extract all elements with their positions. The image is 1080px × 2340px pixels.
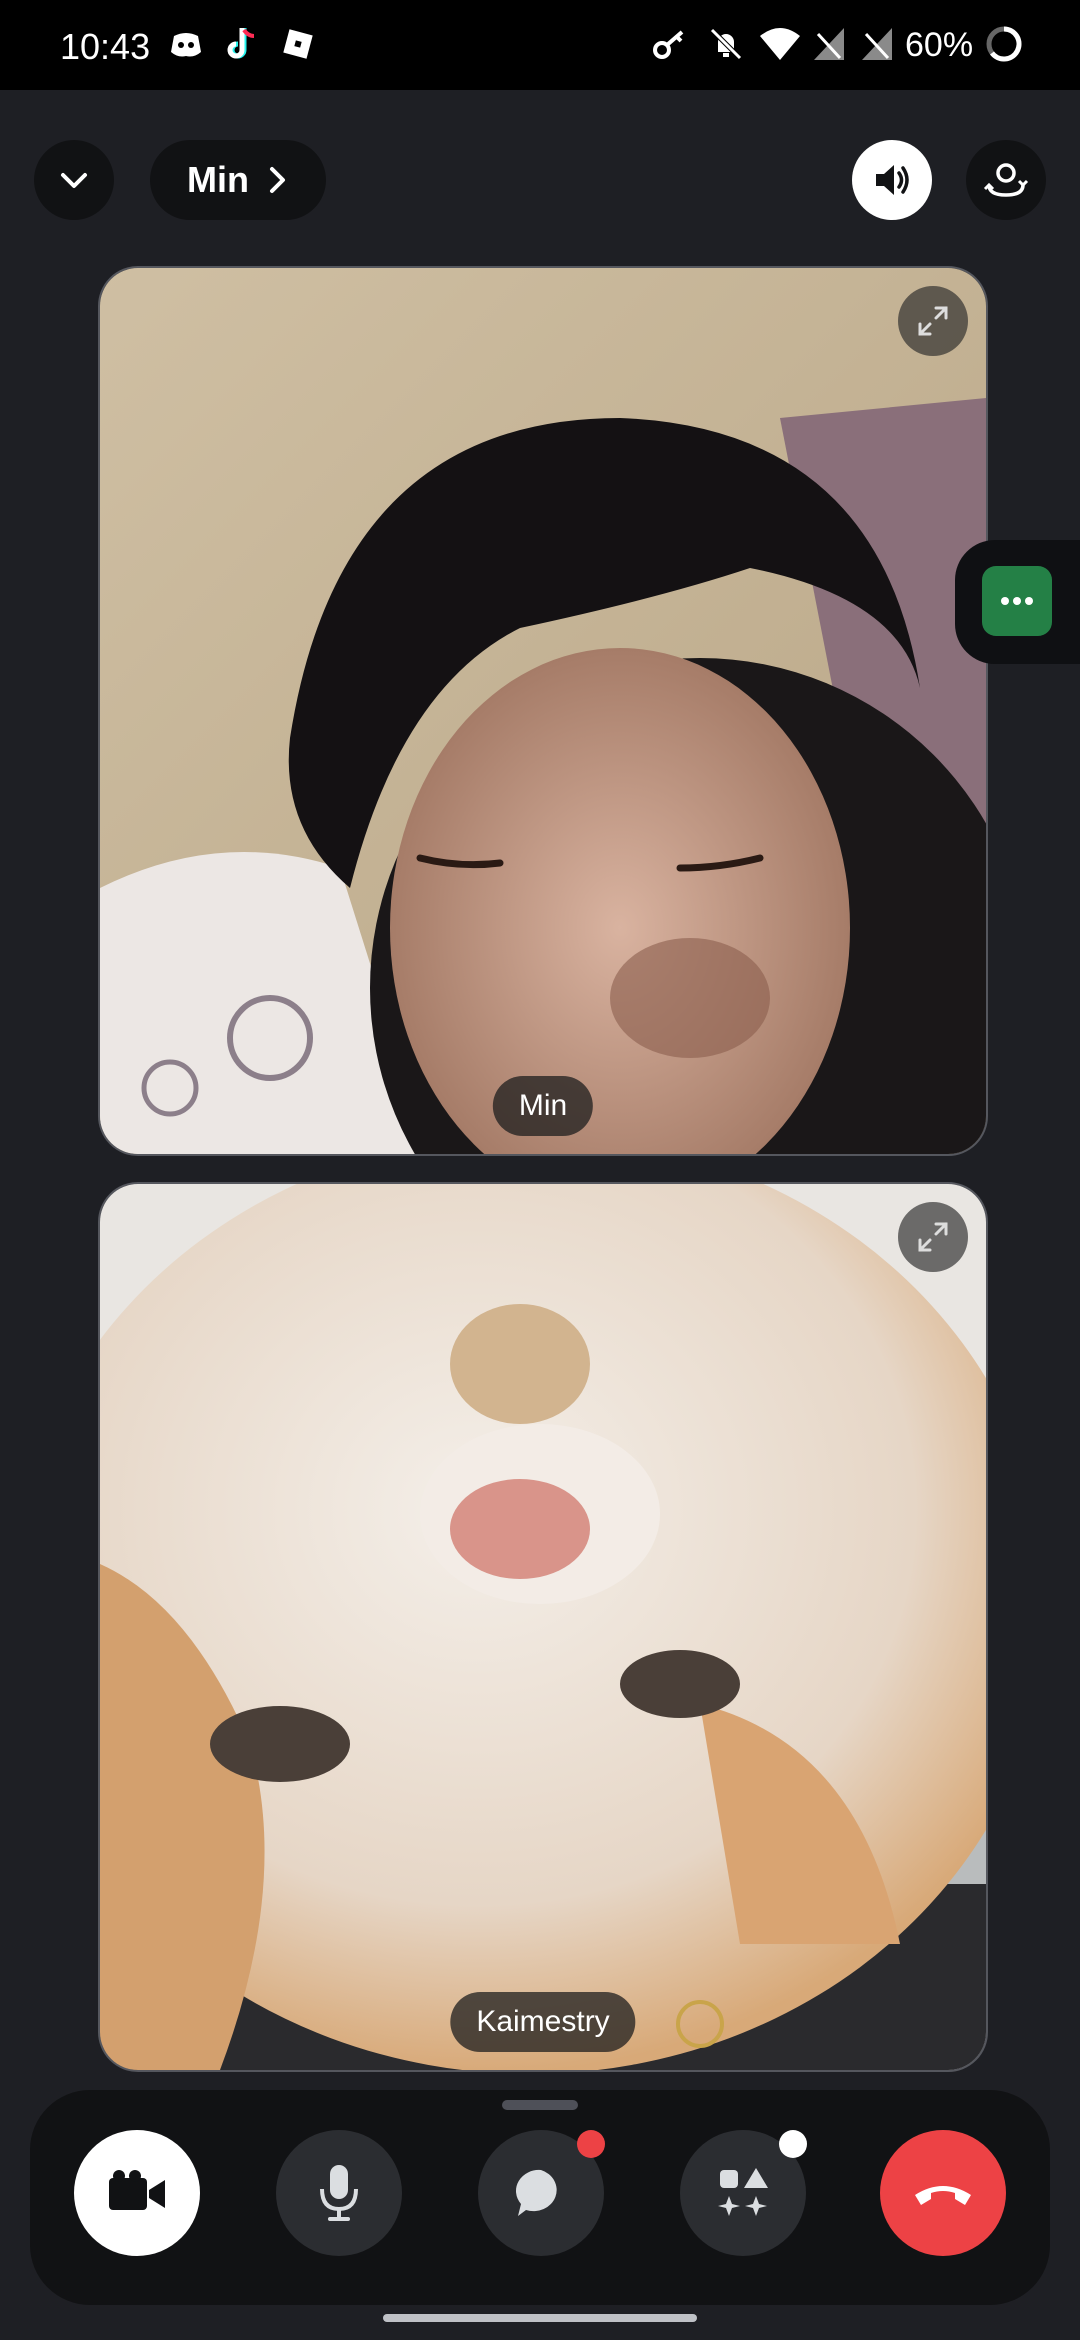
video-camera-icon xyxy=(109,2170,165,2210)
more-icon xyxy=(1001,597,1033,605)
hang-up-button[interactable] xyxy=(880,2130,1006,2256)
channel-name-button[interactable]: Min xyxy=(150,140,326,220)
participant-name-label: Min xyxy=(492,1076,594,1136)
video-tile-kaimestry[interactable]: Kaimestry xyxy=(98,1182,988,2072)
battery-icon xyxy=(986,26,1022,62)
video-tile-min[interactable]: Min xyxy=(98,266,988,1156)
expand-icon xyxy=(918,1222,948,1252)
battery-percentage: 60% xyxy=(905,26,974,64)
home-indicator[interactable] xyxy=(383,2314,697,2322)
chevron-right-icon xyxy=(269,167,285,193)
activities-icon xyxy=(718,2168,768,2216)
chevron-down-icon xyxy=(61,173,87,188)
discord-icon xyxy=(171,33,201,57)
open-text-chat-button[interactable] xyxy=(982,566,1052,636)
speaker-icon xyxy=(876,165,909,195)
bell-off-icon xyxy=(710,28,742,60)
flip-camera-button[interactable] xyxy=(966,140,1046,220)
collapse-call-button[interactable] xyxy=(34,140,114,220)
expand-button[interactable] xyxy=(898,1202,968,1272)
expand-button[interactable] xyxy=(898,286,968,356)
drawer-handle[interactable] xyxy=(502,2100,578,2110)
no-signal-icon xyxy=(814,28,844,60)
tiktok-icon xyxy=(227,28,255,59)
status-time: 10:43 xyxy=(60,26,151,67)
hang-up-icon xyxy=(915,2186,971,2205)
microphone-button[interactable] xyxy=(276,2130,402,2256)
expand-icon xyxy=(918,306,948,336)
participant-name-label: Kaimestry xyxy=(450,1992,636,2052)
roblox-icon xyxy=(283,29,313,59)
wifi-icon xyxy=(760,28,800,60)
key-icon xyxy=(653,30,684,59)
camera-flip-icon xyxy=(983,163,1029,197)
chat-bubble-icon xyxy=(515,2169,557,2216)
no-signal-icon xyxy=(862,28,892,60)
video-toggle-button[interactable] xyxy=(74,2130,200,2256)
channel-name: Min xyxy=(187,159,249,200)
microphone-icon xyxy=(320,2165,358,2221)
status-bar: 10:43 60% xyxy=(0,0,1080,90)
activity-indicator-dot xyxy=(779,2130,807,2158)
notification-dot xyxy=(577,2130,605,2158)
speaker-button[interactable] xyxy=(852,140,932,220)
video-feed-min xyxy=(100,268,986,1154)
video-feed-kaimestry xyxy=(100,1184,986,2070)
